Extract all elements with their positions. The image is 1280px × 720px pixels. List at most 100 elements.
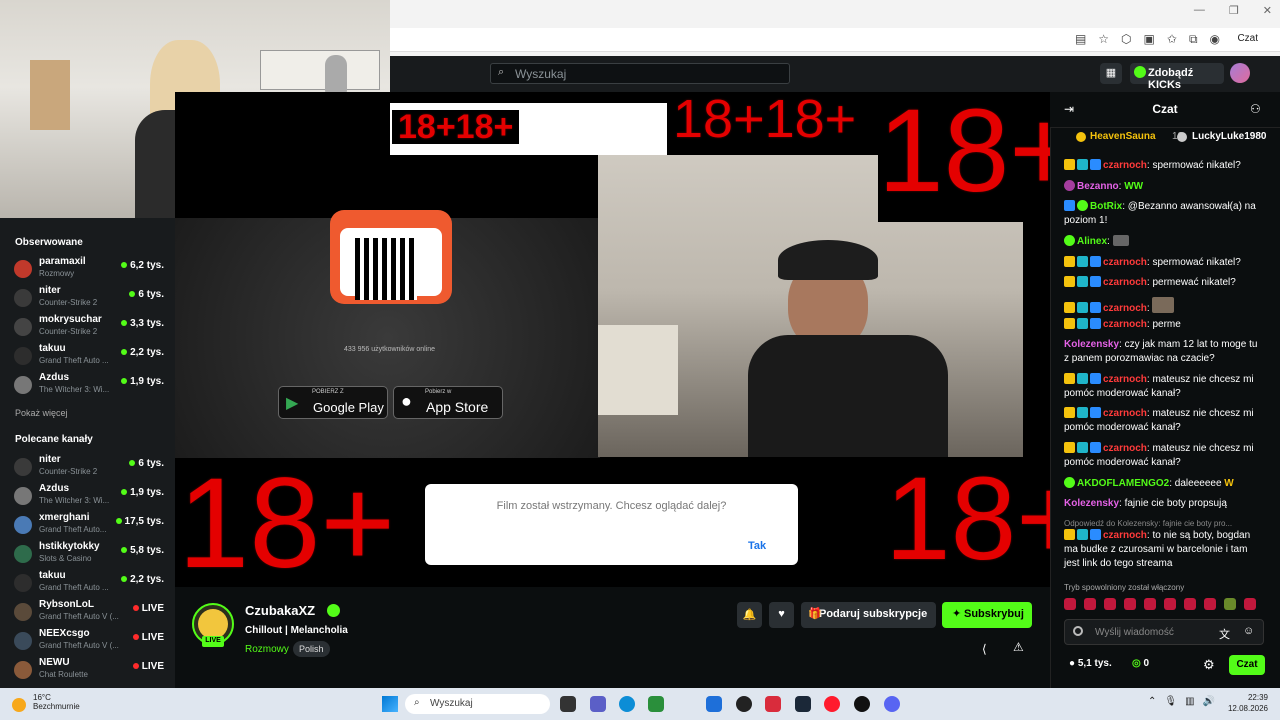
avatar bbox=[14, 603, 32, 621]
sidebar-item-niter[interactable]: niter Counter-Strike 26 tys. bbox=[14, 285, 164, 313]
chat-users-icon[interactable]: ⚇ bbox=[1250, 102, 1261, 116]
favorites-bar-icon[interactable]: ✩ bbox=[1167, 32, 1177, 47]
user-avatar[interactable] bbox=[1230, 63, 1250, 83]
emote-bar[interactable] bbox=[1064, 598, 1264, 612]
paused-dialog-text: Film został wstrzymany. Chcesz oglądać d… bbox=[496, 500, 727, 512]
chat-message: czarnoch: spermować nikatel? bbox=[1064, 256, 1264, 270]
headphones bbox=[778, 240, 878, 280]
app-store-caption: Pobierz w bbox=[425, 389, 452, 395]
stream-category[interactable]: Rozmowy bbox=[245, 644, 289, 655]
silver-rank-icon bbox=[1177, 132, 1187, 142]
paused-dialog bbox=[425, 484, 798, 565]
sidebar-item-neexcsgo[interactable]: NEEXcsgo Grand Theft Auto V (... LIVE bbox=[14, 628, 164, 656]
extensions-icon[interactable]: ⬡ bbox=[1121, 32, 1131, 47]
cardboard-box bbox=[30, 60, 70, 130]
sidebar-item-takuu[interactable]: takuu Grand Theft Auto ... 2,2 tys. bbox=[14, 570, 164, 598]
emoji-avatar-icon bbox=[198, 609, 228, 639]
sidebar-item-mokrysuchar[interactable]: mokrysuchar Counter-Strike 2 3,3 tys. bbox=[14, 314, 164, 342]
layout-toggle-button[interactable]: ▦ bbox=[1100, 63, 1122, 84]
emote-icon bbox=[1084, 598, 1096, 610]
minimize-icon[interactable]: — bbox=[1194, 4, 1205, 17]
emoji-icon[interactable]: ☺ bbox=[1243, 625, 1254, 637]
streamer-shirt bbox=[748, 335, 948, 457]
sidebar-item-takuu[interactable]: takuu Grand Theft Auto ... 2,2 tys. bbox=[14, 343, 164, 371]
sidebar-item-niter[interactable]: niter Counter-Strike 26 tys. bbox=[14, 454, 164, 482]
live-badge: LIVE bbox=[202, 636, 224, 647]
age-warning-banner: 18+18+ bbox=[392, 110, 520, 144]
profile-icon[interactable]: ◉ bbox=[1210, 32, 1220, 47]
sidebar-item-hstikkytokky[interactable]: hstikkytokky Slots & Casino 5,8 tys. bbox=[14, 541, 164, 569]
age-warning-banner: 18+18+ bbox=[667, 92, 863, 146]
emote-icon bbox=[1124, 598, 1136, 610]
emote-icon bbox=[1204, 598, 1216, 610]
search-input[interactable]: Wyszukaj bbox=[490, 63, 790, 84]
reader-icon[interactable]: ▤ bbox=[1075, 32, 1086, 47]
share-icon[interactable]: ⟨ bbox=[982, 642, 987, 656]
sidebar-item-azdus[interactable]: Azdus The Witcher 3: Wi... 1,9 tys. bbox=[14, 372, 164, 400]
slow-mode-notice: Tryb spowolniony został włączony bbox=[1064, 583, 1185, 592]
sidebar-item-newu[interactable]: NEWU Chat Roulette LIVE bbox=[14, 657, 164, 685]
heart-icon[interactable]: ♥ bbox=[769, 602, 794, 628]
weather-widget[interactable]: 16°C Bezchmurnie bbox=[33, 693, 80, 711]
recommended-title: Polecane kanały bbox=[15, 434, 93, 445]
continue-watching-button[interactable]: Tak bbox=[748, 540, 766, 552]
send-chat-button[interactable]: Czat bbox=[1229, 655, 1265, 675]
window-controls[interactable]: — ❐ ✕ bbox=[1194, 4, 1272, 17]
translate-icon[interactable]: 文 bbox=[1219, 626, 1230, 642]
chat-message: Bezanno: WW bbox=[1064, 180, 1264, 194]
sidebar-item-azdus[interactable]: Azdus The Witcher 3: Wi... 1,9 tys. bbox=[14, 483, 164, 511]
chat-input[interactable]: Wyślij wiadomość bbox=[1064, 619, 1264, 645]
play-store-icon: ▶ bbox=[286, 395, 299, 412]
github-icon[interactable] bbox=[736, 696, 752, 712]
bed bbox=[598, 325, 678, 415]
streamer-name[interactable]: CzubakaXZ bbox=[245, 603, 315, 618]
points-count[interactable]: ◎ 0 bbox=[1132, 658, 1149, 669]
emote-icon bbox=[1144, 598, 1156, 610]
verified-icon bbox=[327, 604, 340, 617]
chat-message: czarnoch: spermować nikatel? bbox=[1064, 159, 1264, 173]
emote-icon bbox=[1224, 598, 1236, 610]
avatar bbox=[14, 376, 32, 394]
language-tag[interactable]: Polish bbox=[293, 641, 330, 657]
avatar bbox=[14, 516, 32, 534]
browser-toolbar-icons[interactable]: ▤ ☆ ⬡ ▣ ✩ ⧉ ◉ bbox=[1075, 32, 1220, 47]
discord-icon[interactable] bbox=[884, 696, 900, 712]
gift-icon: 🎁 bbox=[808, 608, 822, 620]
copilot-chat-button[interactable]: Czat bbox=[1237, 33, 1258, 44]
split-icon[interactable]: ▣ bbox=[1144, 32, 1155, 47]
taskbar bbox=[0, 688, 1280, 720]
explorer-icon[interactable] bbox=[648, 696, 664, 712]
chat-message: czarnoch: to nie są boty, bogdan ma budk… bbox=[1064, 529, 1251, 569]
report-icon[interactable]: ⚠ bbox=[1013, 640, 1024, 654]
task-view-icon[interactable] bbox=[560, 696, 576, 712]
opera-icon[interactable] bbox=[824, 696, 840, 712]
chat-message: czarnoch: mateusz nie chcesz mi pomóc mo… bbox=[1064, 407, 1254, 433]
edge-icon[interactable] bbox=[619, 696, 635, 712]
collections-icon[interactable]: ⧉ bbox=[1189, 32, 1198, 47]
teams-icon[interactable] bbox=[590, 696, 606, 712]
bell-icon[interactable]: 🔔 bbox=[737, 602, 762, 628]
gear-icon[interactable]: ⚙ bbox=[1203, 657, 1215, 673]
favorite-icon[interactable]: ☆ bbox=[1098, 32, 1109, 47]
outlook-icon[interactable] bbox=[706, 696, 722, 712]
emote-icon bbox=[1104, 598, 1116, 610]
avatar bbox=[14, 574, 32, 592]
weather-icon[interactable] bbox=[12, 698, 26, 712]
clock[interactable]: 22:39 12.08.2026 bbox=[1220, 692, 1268, 714]
taskbar-search[interactable]: Wyszukaj bbox=[405, 694, 550, 714]
steam-icon[interactable] bbox=[795, 696, 811, 712]
chat-message: Kolezensky: czy jak mam 12 lat to moge t… bbox=[1064, 339, 1258, 364]
maximize-icon[interactable]: ❐ bbox=[1229, 4, 1239, 17]
app-icon[interactable] bbox=[765, 696, 781, 712]
windows-start-icon[interactable] bbox=[382, 696, 398, 712]
network-icon: ▥ bbox=[1185, 696, 1195, 707]
sidebar-item-xmerghani[interactable]: xmerghani Grand Theft Auto... 17,5 tys. bbox=[14, 512, 164, 540]
sidebar-item-paramaxil[interactable]: paramaxil Rozmowy 6,2 tys. bbox=[14, 256, 164, 284]
system-tray[interactable]: ⌃ 🎙 ▥ 🔊 bbox=[1148, 696, 1215, 707]
sidebar: Obserwowane paramaxil Rozmowy 6,2 tys. nit… bbox=[0, 218, 175, 688]
close-icon[interactable]: ✕ bbox=[1263, 4, 1272, 17]
show-more-link[interactable]: Pokaż więcej bbox=[15, 408, 68, 418]
sidebar-item-rybsonlol[interactable]: RybsonLoL Grand Theft Auto V (... LIVE bbox=[14, 599, 164, 627]
obs-icon[interactable] bbox=[854, 696, 870, 712]
record-icon[interactable] bbox=[1073, 626, 1083, 636]
